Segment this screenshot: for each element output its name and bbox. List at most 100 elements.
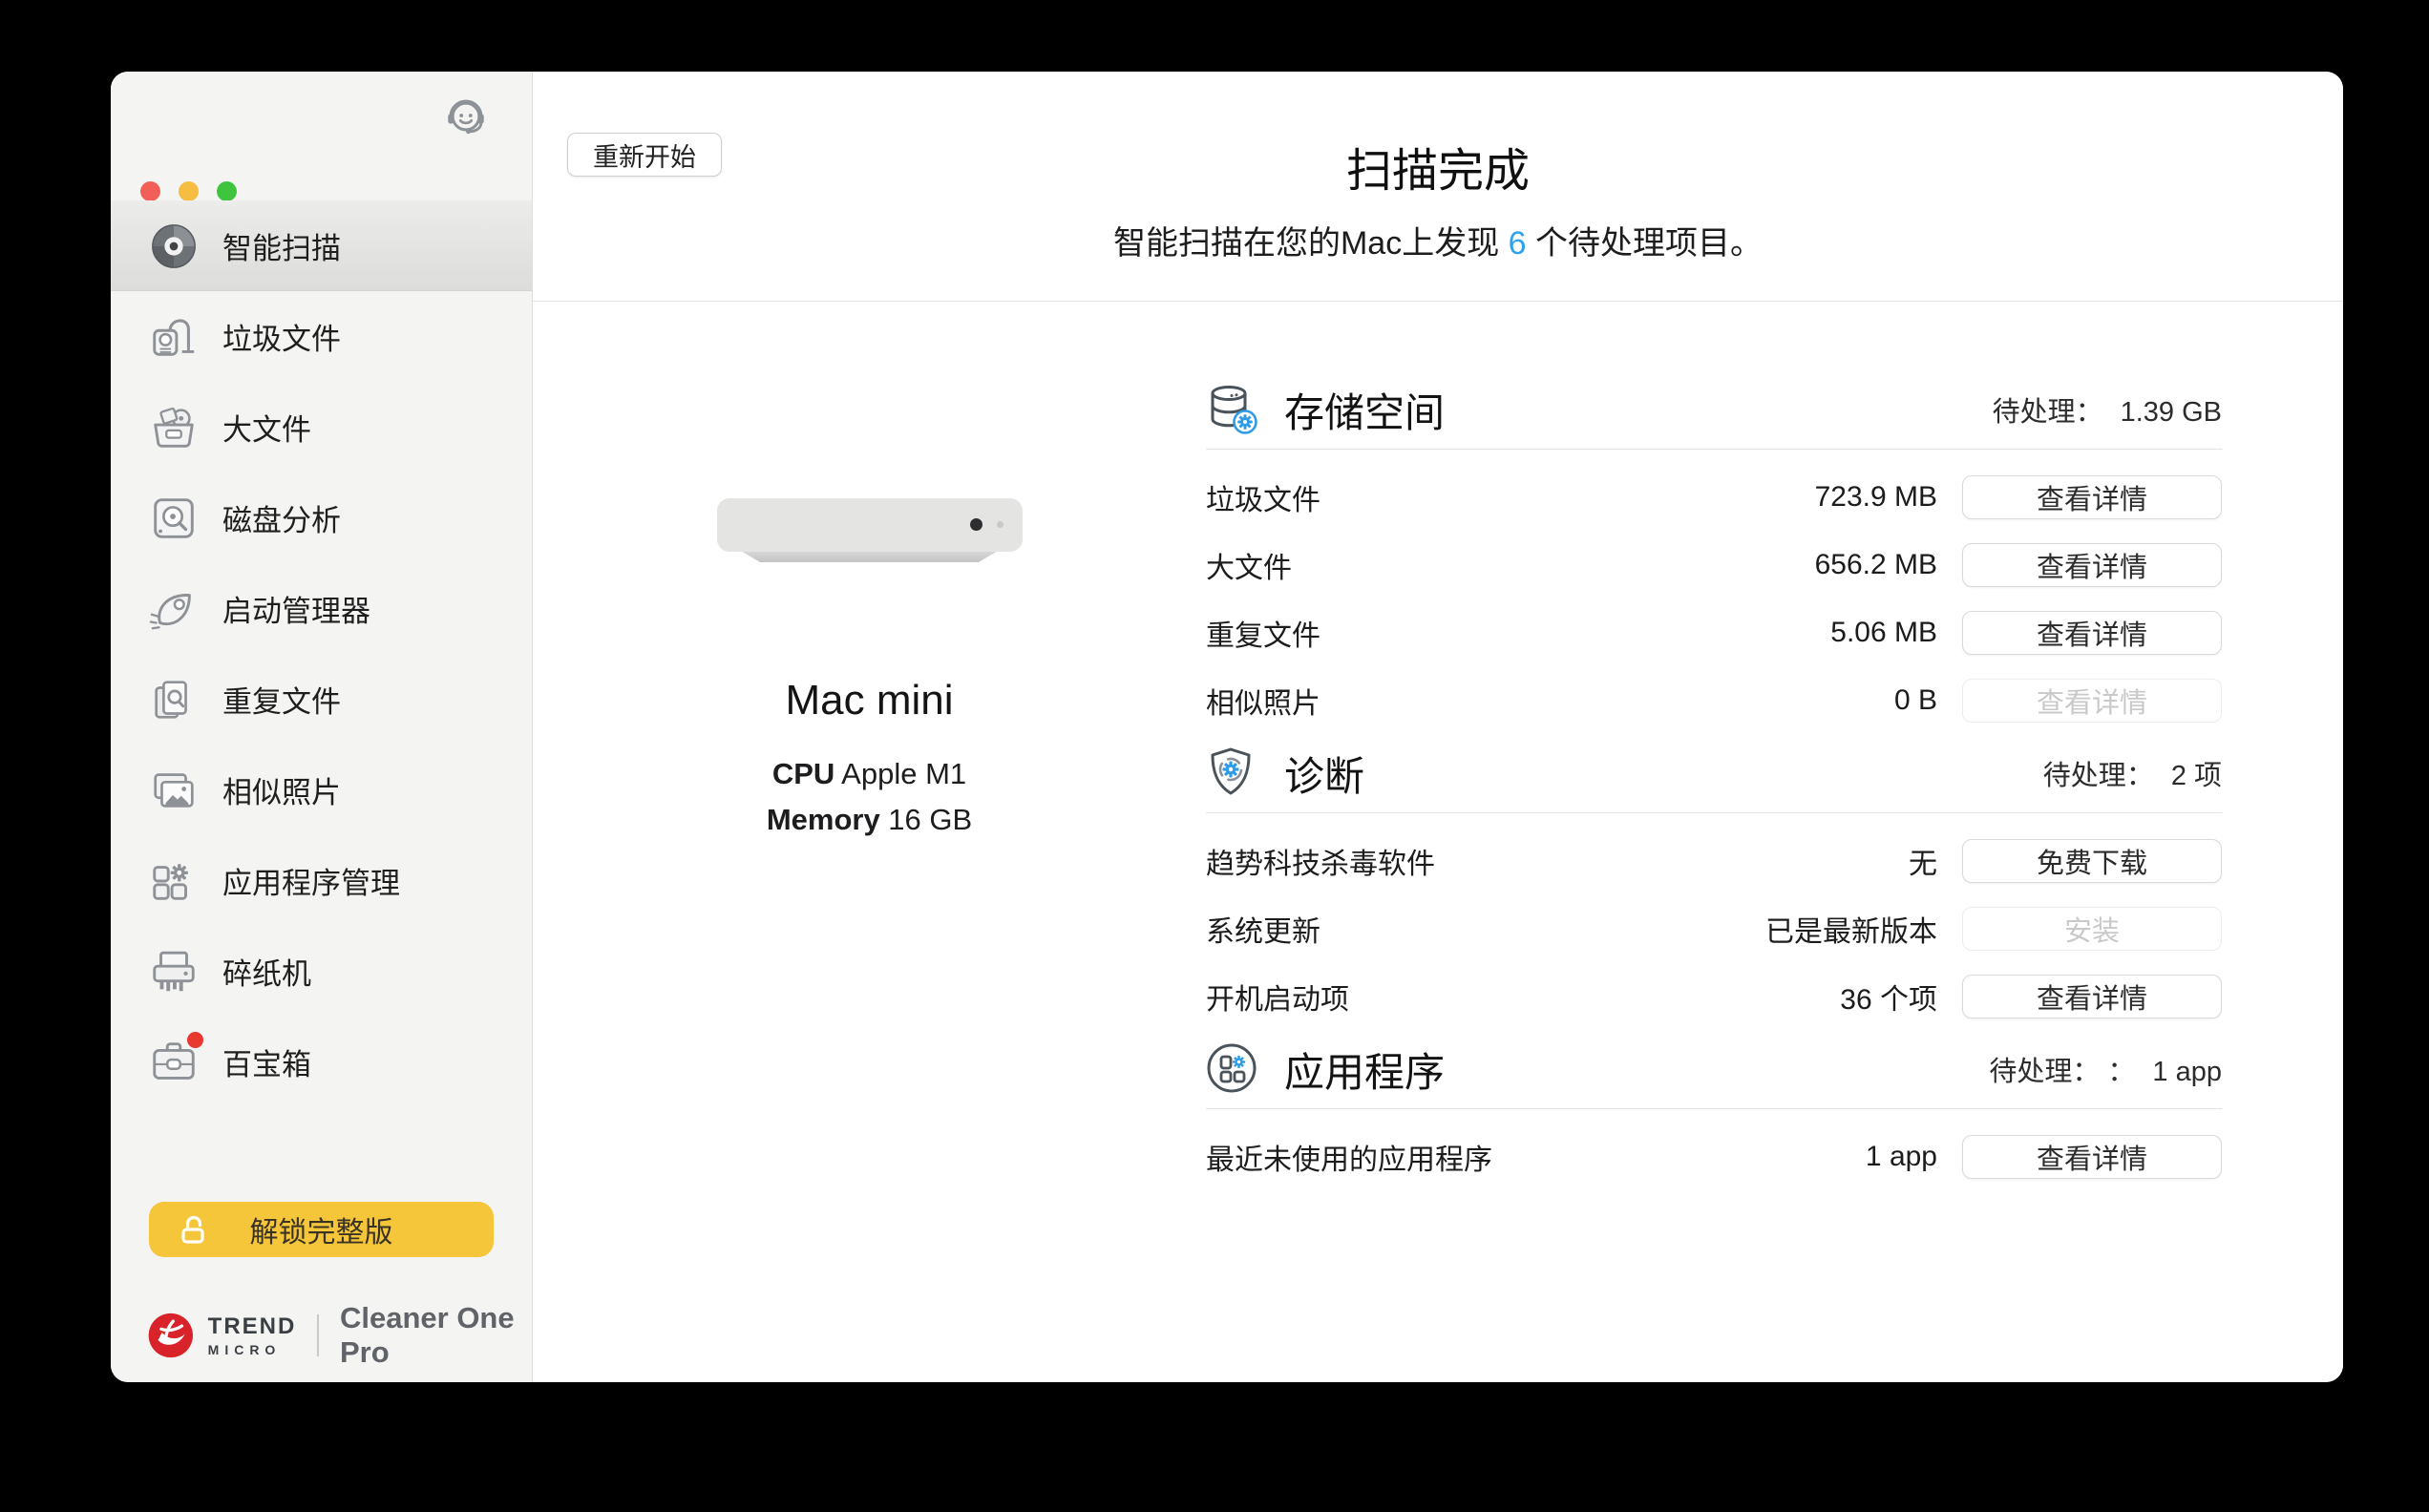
- view-details-button[interactable]: 查看详情: [1962, 1134, 2222, 1179]
- storage-rows: 垃圾文件 723.9 MB 查看详情 大文件 656.2 MB 查看详情 重复文…: [1206, 450, 2222, 734]
- sidebar-item-label: 相似照片: [222, 776, 341, 809]
- sidebar-item-app-manager[interactable]: 应用程序管理: [111, 835, 532, 926]
- app-window: 智能扫描 垃圾文件 大文件 磁盘分析 启动管理器 重复文件 相似照片 应用程序管…: [111, 72, 2343, 1382]
- duplicate-files-icon: [155, 680, 187, 719]
- toolbox-icon: [148, 1031, 203, 1088]
- view-details-button[interactable]: 查看详情: [1962, 542, 2222, 587]
- applications-icon: [1207, 1043, 1257, 1093]
- cpu-value: Apple M1: [834, 757, 967, 790]
- section-applications: 应用程序 待处理： ： 1 app 最近未使用的应用程序 1 app 查看详情: [1206, 1030, 2222, 1190]
- sidebar-item-label: 应用程序管理: [222, 867, 400, 900]
- sidebar-item-label: 重复文件: [222, 685, 341, 719]
- sidebar-item-label: 启动管理器: [222, 595, 370, 628]
- junk-files-icon: [153, 318, 195, 356]
- sidebar-item-label: 碎纸机: [222, 957, 311, 991]
- restart-scan-button[interactable]: 重新开始: [567, 133, 722, 177]
- traffic-lights: [140, 181, 237, 201]
- row-label: 系统更新: [1206, 915, 1320, 948]
- device-memory-line: Memory 16 GB: [767, 797, 972, 843]
- sidebar-item-startup-manager[interactable]: 启动管理器: [111, 563, 532, 654]
- pending-value: 1.39 GB: [2120, 397, 2222, 428]
- sidebar-item-label: 智能扫描: [222, 232, 341, 265]
- sidebar-item-toolbox[interactable]: 百宝箱: [111, 1017, 532, 1107]
- row-value: 1 app: [1865, 1140, 1937, 1172]
- section-diagnostics: 诊断 待处理： 2 项 趋势科技杀毒软件 无 免费下载 系统更新 已是最新版本 …: [1206, 734, 2222, 1030]
- scan-summary-prefix: 智能扫描在您的Mac上发现: [1112, 225, 1509, 262]
- row-label: 重复文件: [1206, 620, 1320, 652]
- row-value: 656.2 MB: [1814, 548, 1937, 580]
- section-title: 存储空间: [1284, 389, 1446, 435]
- view-details-button-disabled: 查看详情: [1962, 678, 2222, 723]
- device-info-column: Mac mini CPU Apple M1 Memory 16 GB: [533, 302, 1206, 1382]
- memory-label: Memory: [766, 803, 880, 836]
- sidebar-item-junk-files[interactable]: 垃圾文件: [111, 291, 532, 382]
- result-sections: 存储空间 待处理： 1.39 GB 垃圾文件 723.9 MB 查看详情 大文件…: [1206, 302, 2343, 1382]
- brand-divider: [317, 1314, 319, 1356]
- pending-summary: 待处理： 2 项: [2043, 753, 2222, 793]
- sidebar-item-label: 垃圾文件: [222, 323, 341, 356]
- minimize-button[interactable]: [179, 181, 199, 201]
- sidebar-item-big-files[interactable]: 大文件: [111, 382, 532, 472]
- diagnostics-icon: [1211, 747, 1251, 795]
- diagnostics-rows: 趋势科技杀毒软件 无 免费下载 系统更新 已是最新版本 安装 开机启动项 36 …: [1206, 813, 2222, 1030]
- row-value: 0 B: [1893, 683, 1937, 716]
- table-row: 垃圾文件 723.9 MB 查看详情: [1206, 463, 2222, 531]
- row-value: 723.9 MB: [1814, 480, 1937, 513]
- scan-result-content: Mac mini CPU Apple M1 Memory 16 GB 存储空间 …: [533, 302, 2343, 1382]
- row-label: 最近未使用的应用程序: [1206, 1144, 1492, 1176]
- pending-value: 1 app: [2152, 1057, 2222, 1087]
- row-label: 大文件: [1206, 552, 1292, 584]
- sidebar-item-shredder[interactable]: 碎纸机: [111, 926, 532, 1017]
- free-download-button[interactable]: 免费下载: [1962, 838, 2222, 883]
- sidebar-item-label: 百宝箱: [222, 1048, 311, 1082]
- brand-trend-text: TREND: [207, 1312, 297, 1339]
- view-details-button[interactable]: 查看详情: [1962, 974, 2222, 1018]
- view-details-button[interactable]: 查看详情: [1962, 474, 2222, 519]
- row-label: 垃圾文件: [1206, 484, 1320, 516]
- memory-value: 16 GB: [879, 803, 973, 836]
- page-title: 扫描完成: [1345, 146, 1530, 197]
- brand-footer: TREND MICRO Cleaner One Pro: [147, 1301, 532, 1370]
- row-value: 已是最新版本: [1765, 915, 1937, 948]
- row-value: 无: [1909, 848, 1937, 880]
- cpu-label: CPU: [771, 757, 835, 790]
- scan-summary-suffix: 个待处理项目。: [1526, 225, 1764, 262]
- diagnostics-section-header: 诊断 待处理： 2 项: [1206, 734, 2222, 813]
- scan-result-header: 重新开始 扫描完成 智能扫描在您的Mac上发现 6 个待处理项目。: [533, 72, 2343, 302]
- unlock-full-version-button[interactable]: 解锁完整版: [149, 1202, 494, 1257]
- sidebar: 智能扫描 垃圾文件 大文件 磁盘分析 启动管理器 重复文件 相似照片 应用程序管…: [111, 72, 533, 1382]
- trend-micro-logo: [148, 1312, 194, 1358]
- pending-label: 待处理： ：: [1989, 1057, 2136, 1087]
- support-headset-icon[interactable]: [443, 94, 489, 139]
- close-button[interactable]: [140, 181, 160, 201]
- pending-value: 2 项: [2170, 761, 2222, 791]
- sidebar-item-duplicate-files[interactable]: 重复文件: [111, 654, 532, 745]
- notification-badge: [187, 1031, 203, 1048]
- sidebar-item-disk-analysis[interactable]: 磁盘分析: [111, 472, 532, 563]
- mac-mini-ir: [996, 521, 1003, 528]
- row-value: 5.06 MB: [1830, 616, 1937, 648]
- row-label: 开机启动项: [1206, 983, 1349, 1016]
- section-storage: 存储空间 待处理： 1.39 GB 垃圾文件 723.9 MB 查看详情 大文件…: [1206, 370, 2222, 734]
- view-details-button[interactable]: 查看详情: [1962, 610, 2222, 655]
- pending-items-count: 6: [1508, 225, 1527, 262]
- startup-manager-icon: [149, 593, 191, 629]
- device-name: Mac mini: [785, 677, 954, 724]
- device-cpu-line: CPU Apple M1: [767, 751, 972, 797]
- row-value: 36 个项: [1840, 983, 1937, 1016]
- table-row: 开机启动项 36 个项 查看详情: [1206, 962, 2222, 1030]
- unlock-icon: [181, 1215, 204, 1244]
- brand-wordmark: TREND MICRO: [207, 1312, 297, 1356]
- big-files-icon: [154, 407, 194, 448]
- storage-section-header: 存储空间 待处理： 1.39 GB: [1206, 370, 2222, 450]
- mac-mini-illustration: [716, 498, 1023, 552]
- sidebar-item-smart-scan[interactable]: 智能扫描: [111, 200, 532, 291]
- pending-summary: 待处理： 1.39 GB: [1993, 389, 2222, 430]
- table-row: 系统更新 已是最新版本 安装: [1206, 894, 2222, 962]
- device-specs: CPU Apple M1 Memory 16 GB: [767, 751, 972, 843]
- zoom-button[interactable]: [217, 181, 237, 201]
- mac-mini-led: [969, 518, 982, 531]
- shredder-icon: [153, 951, 195, 991]
- unlock-button-label: 解锁完整版: [249, 1217, 393, 1249]
- sidebar-item-similar-photos[interactable]: 相似照片: [111, 745, 532, 835]
